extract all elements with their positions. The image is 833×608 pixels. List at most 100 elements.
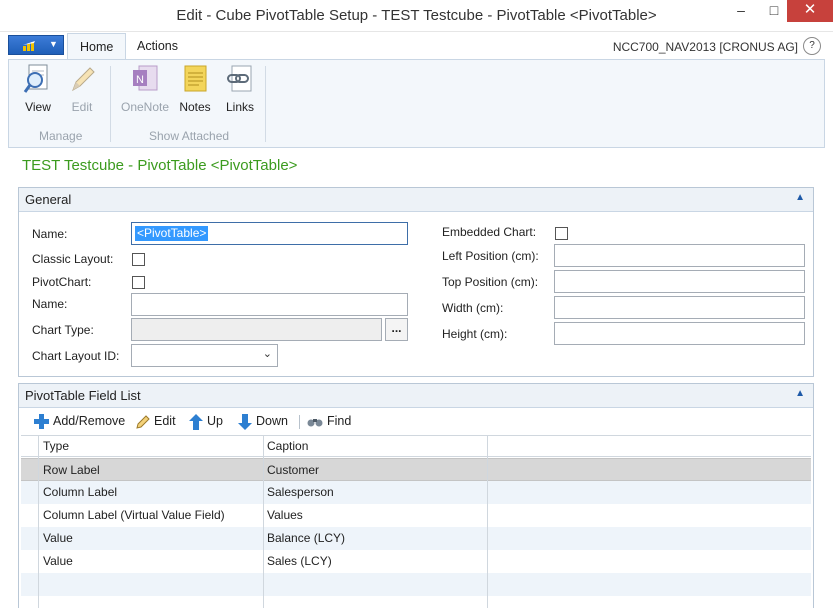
ribbon-group-separator — [265, 66, 266, 142]
embedded-chart-checkbox[interactable] — [555, 227, 568, 240]
sticky-note-icon — [184, 65, 207, 92]
row-caption: Customer — [267, 463, 320, 477]
tab-actions[interactable]: Actions — [125, 33, 190, 59]
view-button-label: View — [25, 100, 51, 114]
add-remove-button[interactable]: Add/Remove — [34, 409, 125, 433]
chevron-down-icon: ⌄ — [262, 348, 272, 360]
field-list-toolbar: Add/Remove Edit Up Down Find — [19, 409, 813, 433]
column-header-caption[interactable]: Caption — [267, 439, 308, 453]
general-fasttab: General ▲ Name: <PivotTable> Classic Lay… — [18, 187, 814, 377]
collapse-icon[interactable]: ▲ — [795, 388, 805, 399]
table-row[interactable]: Row Label Customer — [21, 458, 811, 481]
down-label: Down — [256, 414, 288, 428]
find-button[interactable]: Find — [307, 409, 351, 433]
svg-text:N: N — [136, 74, 144, 86]
chart-type-label: Chart Type: — [32, 323, 94, 337]
embedded-chart-label: Embedded Chart: — [442, 225, 537, 239]
top-position-field[interactable] — [554, 270, 805, 293]
table-row[interactable]: Value Balance (LCY) — [21, 527, 811, 550]
maximize-button[interactable]: □ — [757, 0, 791, 22]
classic-layout-checkbox[interactable] — [132, 253, 145, 266]
plus-icon — [34, 414, 49, 430]
chart-type-assist-button[interactable]: ... — [385, 318, 408, 341]
row-caption: Sales (LCY) — [267, 554, 332, 568]
title-bar: Edit - Cube PivotTable Setup - TEST Test… — [0, 0, 833, 32]
table-row[interactable]: Column Label (Virtual Value Field) Value… — [21, 504, 811, 527]
chart-layout-id-label: Chart Layout ID: — [32, 349, 120, 363]
row-caption: Salesperson — [267, 485, 334, 499]
top-position-label: Top Position (cm): — [442, 275, 539, 289]
left-position-field[interactable] — [554, 244, 805, 267]
table-row[interactable]: Column Label Salesperson — [21, 481, 811, 504]
field-list-fasttab-header[interactable]: PivotTable Field List ▲ — [19, 384, 813, 408]
row-type: Column Label (Virtual Value Field) — [43, 508, 225, 522]
row-type: Row Label — [43, 463, 100, 477]
up-button[interactable]: Up — [189, 409, 223, 433]
collapse-icon[interactable]: ▲ — [795, 192, 805, 203]
magnifier-document-icon — [23, 64, 48, 93]
edit-ribbon-button[interactable]: Edit — [60, 62, 104, 114]
up-label: Up — [207, 414, 223, 428]
name-field[interactable]: <PivotTable> — [131, 222, 408, 245]
window-title: Edit - Cube PivotTable Setup - TEST Test… — [176, 7, 657, 24]
general-fasttab-header[interactable]: General ▲ — [19, 188, 813, 212]
height-label: Height (cm): — [442, 327, 508, 341]
application-menu-button[interactable]: ▼ — [8, 35, 64, 55]
find-label: Find — [327, 414, 352, 428]
edit-button-label: Edit — [71, 100, 93, 114]
width-field[interactable] — [554, 296, 805, 319]
classic-layout-label: Classic Layout: — [32, 252, 114, 266]
dynamics-logo-icon — [23, 41, 35, 51]
onenote-button[interactable]: N OneNote — [120, 62, 170, 114]
down-button[interactable]: Down — [238, 409, 288, 433]
ribbon-group-separator — [110, 66, 111, 142]
name-label: Name: — [32, 227, 68, 241]
ribbon: View Edit Manage N OneNote Notes Links S… — [8, 59, 825, 148]
tab-home[interactable]: Home — [67, 33, 127, 60]
pencil-icon — [72, 67, 95, 92]
table-row[interactable]: Value Sales (LCY) — [21, 550, 811, 573]
chart-name-field[interactable] — [131, 293, 408, 316]
field-list-fasttab-title: PivotTable Field List — [25, 388, 141, 403]
binoculars-icon — [307, 418, 323, 427]
height-field[interactable] — [554, 322, 805, 345]
name-field-value: <PivotTable> — [135, 226, 209, 241]
notes-button[interactable]: Notes — [173, 62, 217, 114]
arrow-down-icon — [238, 413, 252, 430]
add-remove-label: Add/Remove — [53, 414, 126, 428]
column-divider — [487, 435, 488, 608]
row-type: Value — [43, 554, 73, 568]
general-fasttab-title: General — [25, 192, 72, 207]
close-button[interactable]: ✕ — [787, 0, 833, 22]
chart-layout-id-dropdown[interactable]: ⌄ — [131, 344, 278, 367]
onenote-button-label: OneNote — [120, 100, 170, 114]
page-title: TEST Testcube - PivotTable <PivotTable> — [22, 157, 298, 174]
grid-header: Type Caption — [21, 435, 811, 457]
view-button[interactable]: View — [16, 62, 60, 114]
group-label-manage: Manage — [39, 129, 83, 143]
edit-button[interactable]: Edit — [136, 409, 176, 433]
group-label-show-attached: Show Attached — [149, 129, 230, 143]
column-divider — [38, 435, 39, 608]
chevron-down-icon: ▼ — [49, 39, 58, 49]
onenote-icon: N — [133, 65, 158, 91]
edit-label: Edit — [154, 414, 176, 428]
pivotchart-checkbox[interactable] — [132, 276, 145, 289]
link-chain-icon — [227, 65, 252, 92]
width-label: Width (cm): — [442, 301, 504, 315]
row-type: Value — [43, 531, 73, 545]
left-position-label: Left Position (cm): — [442, 249, 539, 263]
help-icon[interactable]: ? — [803, 37, 821, 55]
column-header-type[interactable]: Type — [43, 439, 69, 453]
chart-type-field — [131, 318, 382, 341]
links-button-label: Links — [225, 100, 254, 114]
chart-name-label: Name: — [32, 297, 68, 311]
arrow-up-icon — [189, 413, 203, 430]
row-caption: Values — [267, 508, 303, 522]
company-name: NCC700_NAV2013 [CRONUS AG] — [612, 40, 798, 54]
minimize-button[interactable]: – — [724, 0, 758, 22]
pencil-icon — [136, 414, 150, 429]
empty-table-row[interactable] — [21, 573, 811, 596]
links-button[interactable]: Links — [218, 62, 262, 114]
ribbon-tab-row: ▼ Home Actions NCC700_NAV2013 [CRONUS AG… — [0, 33, 833, 60]
